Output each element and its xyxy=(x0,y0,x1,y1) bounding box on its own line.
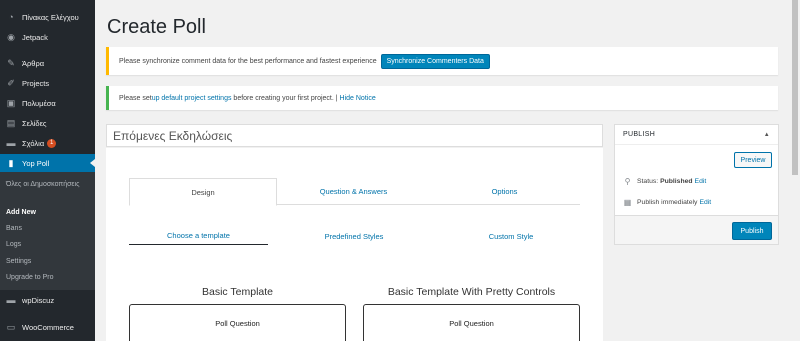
pin-icon: ✎ xyxy=(7,57,15,68)
media-icon: ▣ xyxy=(6,97,16,108)
sidebar-item-label: Jetpack xyxy=(22,32,48,42)
calendar-icon: ▦ xyxy=(623,198,632,207)
synchronize-commenters-button[interactable]: Synchronize Commenters Data xyxy=(380,53,490,69)
poll-icon: ▮ xyxy=(8,157,14,168)
publish-date-row: ▦ Publish immediately Edit xyxy=(623,198,711,207)
tab-question-answers[interactable]: Question & Answers xyxy=(281,178,426,205)
submenu-item-bans[interactable]: Bans xyxy=(6,224,22,233)
template-card-basic[interactable]: Poll Question xyxy=(129,304,346,341)
setup-notice-suffix: before creating your first project. | xyxy=(233,94,338,102)
pages-icon: ▤ xyxy=(6,117,16,128)
sidebar-item-label: wpDiscuz xyxy=(22,295,55,305)
publish-box-header[interactable]: PUBLISH ▲ xyxy=(615,125,778,145)
sidebar-item-dashboard[interactable]: ◔ Πίνακας Ελέγχου xyxy=(0,8,95,26)
template-card-text: Poll Question xyxy=(449,319,494,328)
status-value: Published xyxy=(660,178,693,185)
page-title: Create Poll xyxy=(107,16,206,38)
tab-options[interactable]: Options xyxy=(429,178,580,205)
woocommerce-icon: ▭ xyxy=(6,321,16,332)
sidebar-item-label: WooCommerce xyxy=(22,322,74,332)
sync-notice-text: Please synchronize comment data for the … xyxy=(119,57,377,65)
sidebar-item-yop-poll[interactable]: ▮ Yop Poll xyxy=(0,154,95,172)
template-card-text: Poll Question xyxy=(215,319,260,328)
template-heading: Basic Template xyxy=(201,286,273,298)
submenu-item-all-polls[interactable]: Όλες οι Δημοσκοπήσεις xyxy=(6,180,86,189)
poll-title-input[interactable]: Επόμενες Εκδηλώσεις xyxy=(106,124,603,147)
comments-count-badge: 1 xyxy=(47,138,57,148)
editor-tabs: Design Question & Answers Options xyxy=(129,178,580,206)
dashboard-icon: ◔ xyxy=(8,12,14,22)
setup-notice-prefix: Please set xyxy=(119,94,152,102)
sidebar-item-pages[interactable]: ▤ Σελίδες xyxy=(0,114,95,132)
poll-editor-panel: Design Question & Answers Options Choose… xyxy=(106,148,603,341)
publish-status-row: ⚲ Status: Published Edit xyxy=(623,177,707,186)
publish-button[interactable]: Publish xyxy=(732,222,772,240)
submenu-item-add-new[interactable]: Add New xyxy=(6,208,36,217)
status-label: Status: xyxy=(637,178,659,185)
default-settings-link[interactable]: up default project settings xyxy=(152,95,232,102)
sidebar-item-label: Άρθρα xyxy=(22,58,45,68)
sidebar-item-wpdiscuz[interactable]: ▬ wpDiscuz xyxy=(0,291,95,309)
jetpack-icon: ◉ xyxy=(7,31,15,42)
preview-button[interactable]: Preview xyxy=(734,152,772,168)
sidebar-item-woocommerce[interactable]: ▭ WooCommerce xyxy=(0,318,95,336)
template-card-pretty-controls[interactable]: Poll Question xyxy=(363,304,580,341)
brush-icon: ✐ xyxy=(7,77,15,88)
sidebar-item-posts[interactable]: ✎ Άρθρα xyxy=(0,54,95,72)
submenu-item-logs[interactable]: Logs xyxy=(6,240,21,249)
sidebar-item-label: Σχόλια xyxy=(22,138,45,148)
sidebar-item-label: Yop Poll xyxy=(22,158,50,168)
sidebar-item-label: Πίνακας Ελέγχου xyxy=(22,12,79,22)
sidebar-item-comments[interactable]: ▬ Σχόλια 1 xyxy=(0,134,95,152)
submenu-item-settings[interactable]: Settings xyxy=(6,257,31,266)
design-subtabs: Choose a template Predefined Styles Cust… xyxy=(129,227,580,245)
submenu-item-upgrade[interactable]: Upgrade to Pro xyxy=(6,273,53,282)
publish-date-text: Publish immediately xyxy=(637,199,698,206)
collapse-arrow-icon[interactable]: ▲ xyxy=(764,132,770,138)
admin-sidebar: ◔ Πίνακας Ελέγχου ◉ Jetpack ✎ Άρθρα ✐ Pr… xyxy=(0,0,95,341)
setup-notice: Please set up default project settings be… xyxy=(106,86,778,110)
subtab-custom-style[interactable]: Custom Style xyxy=(444,227,578,245)
pin-icon: ⚲ xyxy=(624,177,631,186)
yop-poll-submenu: Όλες οι Δημοσκοπήσεις Add New Bans Logs … xyxy=(0,172,95,290)
sidebar-item-projects[interactable]: ✐ Projects xyxy=(0,74,95,92)
sync-notice: Please synchronize comment data for the … xyxy=(106,47,778,75)
comments-icon: ▬ xyxy=(6,138,16,148)
sidebar-item-label: Πολυμέσα xyxy=(22,98,56,108)
publish-actions: Publish xyxy=(615,215,778,244)
sidebar-item-label: Projects xyxy=(22,78,50,88)
sidebar-item-jetpack[interactable]: ◉ Jetpack xyxy=(0,28,95,46)
page-scrollbar[interactable] xyxy=(790,0,800,341)
status-edit-link[interactable]: Edit xyxy=(695,178,707,185)
tab-design[interactable]: Design xyxy=(129,178,277,206)
subtab-choose-template[interactable]: Choose a template xyxy=(129,227,268,245)
scrollbar-thumb[interactable] xyxy=(792,0,798,175)
subtab-predefined-styles[interactable]: Predefined Styles xyxy=(287,227,421,245)
template-heading: Basic Template With Pretty Controls xyxy=(387,286,556,298)
sidebar-item-media[interactable]: ▣ Πολυμέσα xyxy=(0,94,95,112)
publish-heading: PUBLISH xyxy=(623,131,656,138)
publish-box: PUBLISH ▲ Preview ⚲ Status: Published Ed… xyxy=(614,124,779,245)
publish-date-edit-link[interactable]: Edit xyxy=(699,199,711,206)
sidebar-item-label: Σελίδες xyxy=(22,118,47,128)
chat-icon: ▬ xyxy=(6,295,16,305)
hide-notice-link[interactable]: Hide Notice xyxy=(340,95,376,102)
